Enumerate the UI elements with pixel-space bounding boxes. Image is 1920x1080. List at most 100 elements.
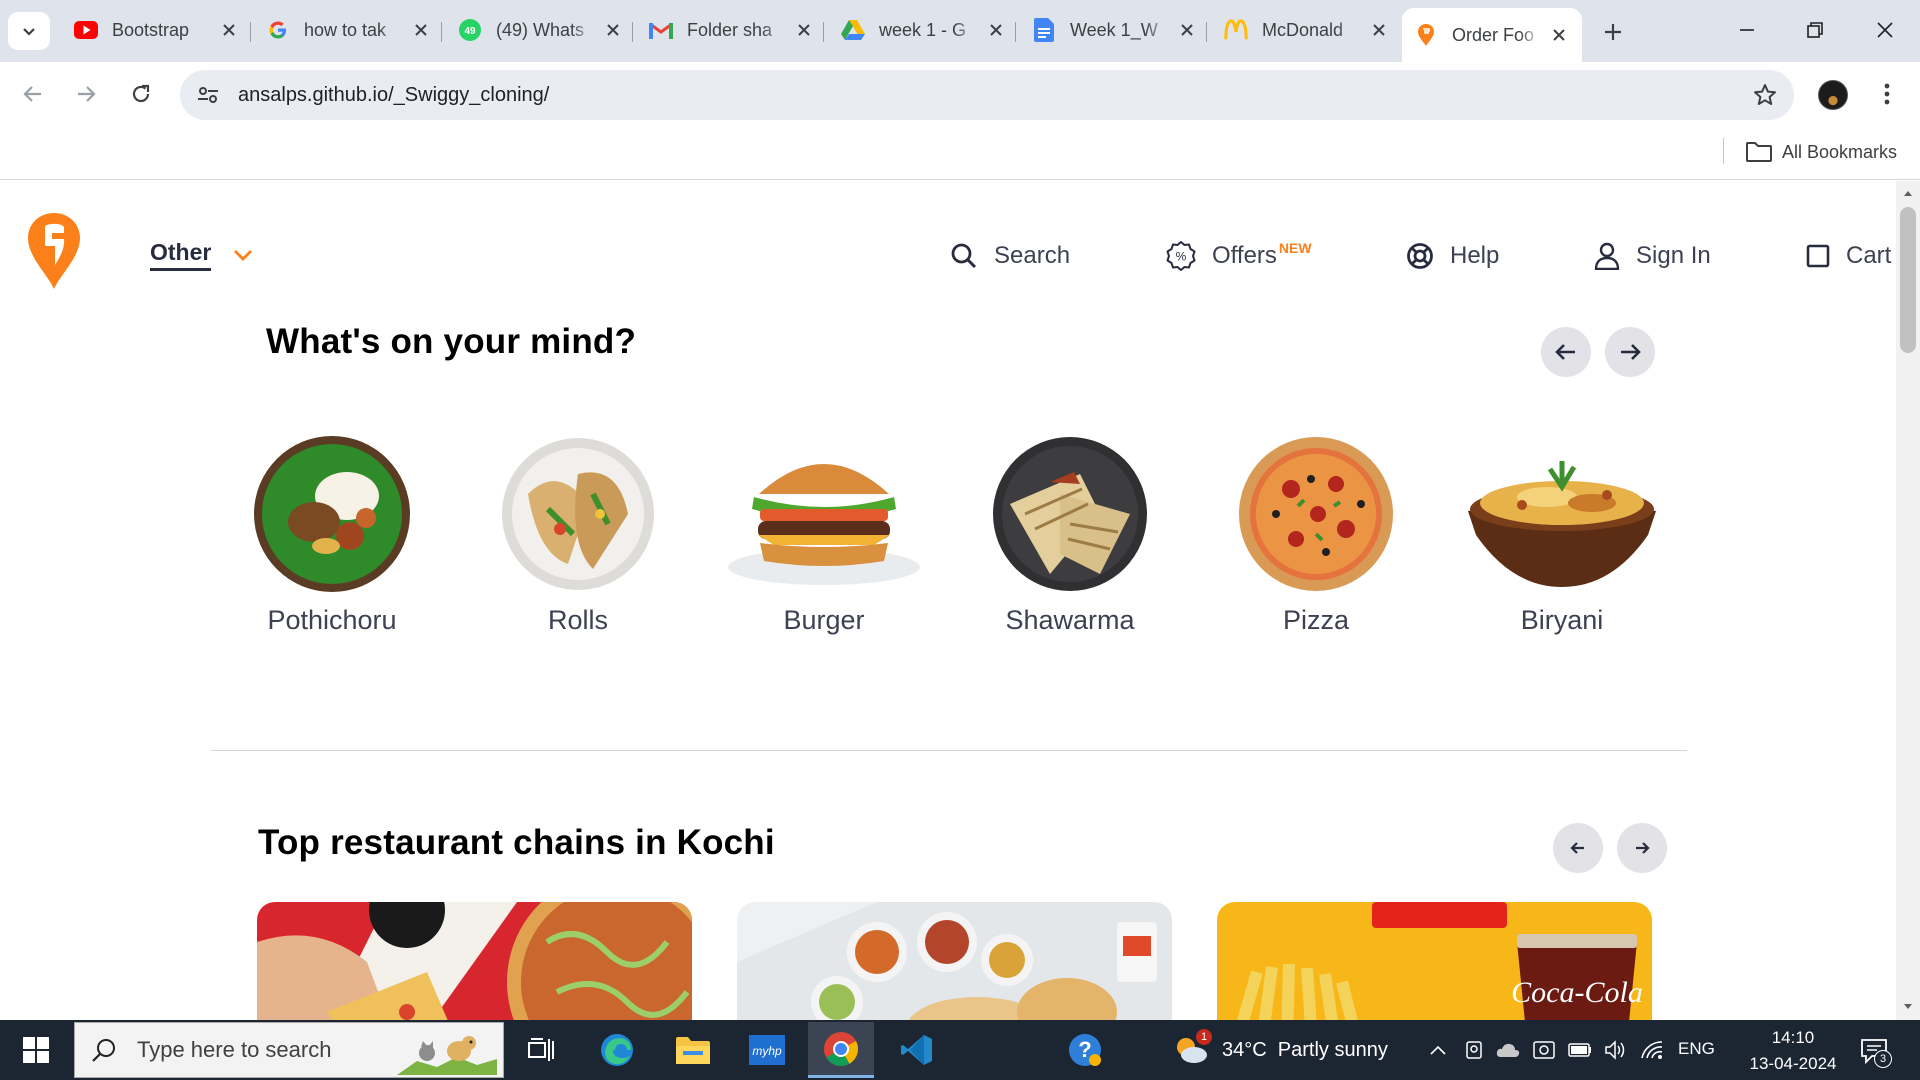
swiggy-logo[interactable]: [28, 213, 80, 294]
task-view-button[interactable]: [508, 1022, 574, 1078]
taskbar-edge[interactable]: [584, 1022, 650, 1078]
cuisine-label: Pothichoru: [267, 605, 397, 635]
notification-center-button[interactable]: 3: [1856, 1034, 1892, 1068]
minimize-button[interactable]: [1722, 12, 1772, 48]
edge-icon: [601, 1034, 633, 1066]
location-selector[interactable]: Other: [150, 239, 253, 271]
start-button[interactable]: [14, 1034, 58, 1066]
swiggy-icon: [1414, 23, 1438, 47]
tab-search-button[interactable]: [8, 12, 50, 50]
close-icon[interactable]: [218, 19, 240, 41]
security-icon[interactable]: [1532, 1038, 1556, 1062]
chains-prev-button[interactable]: [1553, 823, 1603, 873]
browser-tab[interactable]: McDonald: [1212, 9, 1402, 51]
taskbar-myhp[interactable]: myhp: [734, 1022, 800, 1078]
tab-separator: [250, 22, 251, 42]
browser-tab[interactable]: Bootstrap: [62, 9, 252, 51]
minimize-icon: [1740, 29, 1754, 31]
nav-sign-in-label: Sign In: [1636, 242, 1711, 269]
close-icon[interactable]: [985, 19, 1007, 41]
taskbar-weather[interactable]: 1 34°C Partly sunny: [1172, 1029, 1388, 1068]
close-icon[interactable]: [410, 19, 432, 41]
windows-logo-icon: [23, 1037, 49, 1063]
reload-button[interactable]: [123, 76, 159, 112]
cuisine-item[interactable]: Pizza: [1216, 431, 1416, 636]
cuisine-item[interactable]: Shawarma: [970, 431, 1170, 636]
restaurant-card[interactable]: [737, 902, 1172, 1020]
close-icon[interactable]: [1176, 19, 1198, 41]
address-bar[interactable]: ansalps.github.io/_Swiggy_cloning/: [180, 70, 1794, 120]
taskbar-search-box[interactable]: Type here to search: [74, 1022, 504, 1078]
taskbar-clock[interactable]: 14:10 13-04-2024: [1748, 1025, 1838, 1077]
back-button[interactable]: [15, 76, 51, 112]
youtube-icon: [74, 18, 98, 42]
restaurant-card[interactable]: Coca-Cola: [1217, 902, 1652, 1020]
cuisine-label: Rolls: [547, 605, 608, 635]
nav-sign-in[interactable]: Sign In: [1594, 236, 1711, 276]
input-language[interactable]: ENG: [1678, 1039, 1715, 1059]
profile-avatar[interactable]: [1818, 80, 1848, 110]
bookmark-star-icon[interactable]: [1750, 80, 1780, 110]
browser-tab[interactable]: how to tak: [254, 9, 444, 51]
page-scrollbar[interactable]: [1896, 181, 1920, 1020]
browser-tab[interactable]: Week 1_W: [1020, 9, 1210, 51]
forward-button[interactable]: [68, 76, 104, 112]
svg-text:49: 49: [464, 26, 476, 37]
nav-cart[interactable]: Cart: [1806, 236, 1891, 276]
close-icon[interactable]: [793, 19, 815, 41]
chevron-up-icon[interactable]: [1426, 1038, 1450, 1062]
site-info-icon[interactable]: [190, 77, 226, 113]
weather-badge: 1: [1196, 1029, 1212, 1045]
nav-offers[interactable]: % Offers NEW: [1166, 236, 1312, 276]
new-tab-button[interactable]: [1597, 16, 1629, 48]
chains-next-button[interactable]: [1617, 823, 1667, 873]
taskbar-chrome[interactable]: [808, 1022, 874, 1078]
restaurant-card[interactable]: [257, 902, 692, 1020]
bookmarks-separator: [1723, 138, 1724, 164]
taskbar-file-explorer[interactable]: [660, 1022, 726, 1078]
close-window-button[interactable]: [1860, 12, 1910, 48]
scrollbar-thumb[interactable]: [1900, 207, 1916, 353]
browser-tab[interactable]: week 1 - G: [829, 9, 1019, 51]
close-icon[interactable]: [602, 19, 624, 41]
browser-tab-active[interactable]: Order Foo: [1402, 8, 1582, 62]
all-bookmarks-button[interactable]: All Bookmarks: [1746, 136, 1897, 168]
nav-search[interactable]: Search: [950, 236, 1070, 276]
nav-help[interactable]: Help: [1406, 236, 1499, 276]
cuisine-item[interactable]: Burger: [724, 431, 924, 636]
svg-text:%: %: [1176, 250, 1187, 264]
user-icon: [1594, 242, 1620, 270]
taskbar-get-help[interactable]: ?: [1052, 1022, 1118, 1078]
browser-tab-bar: Bootstrap how to tak 49 (49) Whats Folde…: [0, 0, 1920, 62]
search-highlight-illustration-icon: [397, 1027, 497, 1080]
cuisine-item[interactable]: Pothichoru: [232, 431, 432, 636]
close-icon[interactable]: [1548, 24, 1570, 46]
task-view-icon: [528, 1038, 554, 1061]
location-label: Other: [150, 239, 212, 271]
notification-count: 3: [1874, 1050, 1892, 1068]
scroll-up-icon[interactable]: [1902, 187, 1914, 199]
restore-button[interactable]: [1790, 12, 1840, 48]
browser-menu-button[interactable]: [1872, 76, 1902, 112]
browser-tab[interactable]: Folder sha: [637, 9, 827, 51]
cuisine-label: Pizza: [1282, 605, 1350, 635]
all-bookmarks-label: All Bookmarks: [1782, 141, 1898, 162]
onedrive-icon[interactable]: [1496, 1038, 1520, 1062]
cuisine-item[interactable]: Rolls: [478, 431, 678, 636]
taskbar-vscode[interactable]: [884, 1022, 950, 1078]
mind-prev-button[interactable]: [1541, 327, 1591, 377]
volume-icon[interactable]: [1604, 1038, 1628, 1062]
browser-tab[interactable]: 49 (49) Whats: [446, 9, 636, 51]
tab-separator: [1206, 22, 1207, 42]
wifi-icon[interactable]: [1640, 1038, 1664, 1062]
mind-next-button[interactable]: [1605, 327, 1655, 377]
battery-icon[interactable]: [1568, 1038, 1592, 1062]
whatsapp-icon: 49: [458, 18, 482, 42]
meet-now-icon[interactable]: [1462, 1038, 1486, 1062]
chevron-down-icon: [23, 28, 35, 36]
arrow-right-icon: [78, 86, 96, 102]
close-icon[interactable]: [1368, 19, 1390, 41]
scroll-down-icon[interactable]: [1902, 1001, 1914, 1013]
cuisine-item[interactable]: Biryani: [1462, 431, 1662, 636]
myhp-icon: myhp: [749, 1035, 785, 1065]
